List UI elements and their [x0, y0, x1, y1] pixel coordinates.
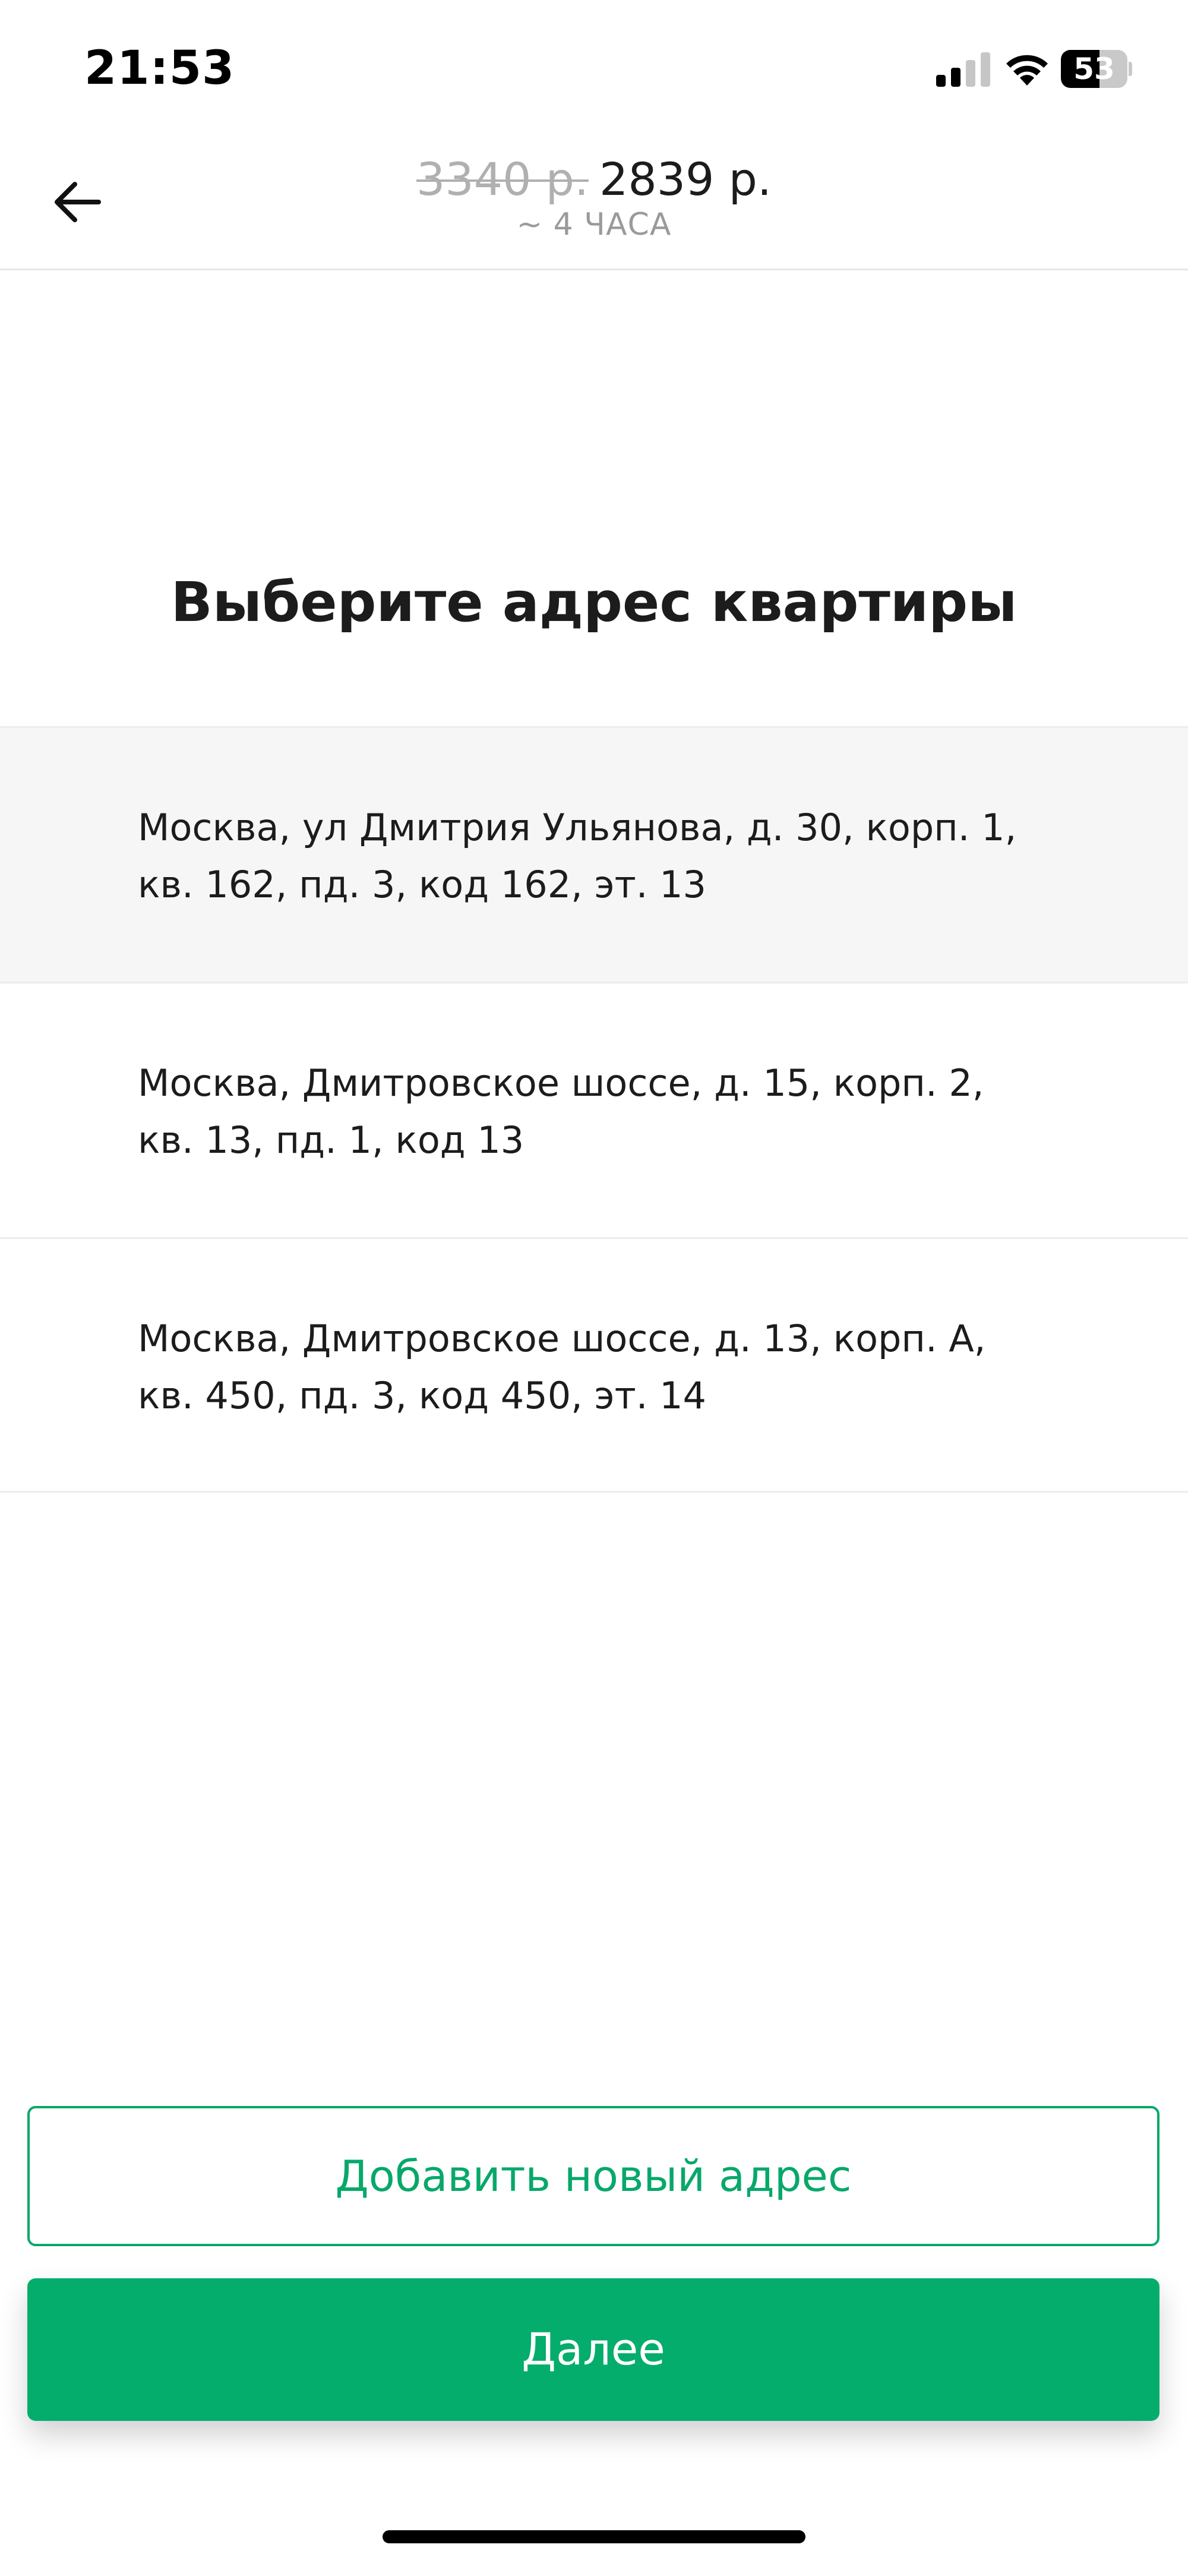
address-text: Москва, ул Дмитрия Ульянова, д. 30, корп… [138, 806, 1017, 906]
signal-icon [936, 52, 990, 87]
header: 3340 р. 2839 р. ~ 4 ЧАСА [0, 137, 1188, 270]
address-item[interactable]: Москва, Дмитровское шоссе, д. 15, корп. … [0, 982, 1188, 1237]
address-text: Москва, Дмитровское шоссе, д. 13, корп. … [138, 1317, 986, 1417]
address-item[interactable]: Москва, ул Дмитрия Ульянова, д. 30, корп… [0, 726, 1188, 982]
address-list: Москва, ул Дмитрия Ульянова, д. 30, корп… [0, 726, 1188, 1493]
page-title: Выберите адрес квартиры [170, 570, 1018, 634]
next-button[interactable]: Далее [27, 2278, 1159, 2421]
price-line: 3340 р. 2839 р. [0, 150, 1188, 209]
add-address-button[interactable]: Добавить новый адрес [27, 2106, 1159, 2246]
new-price: 2839 р. [599, 153, 772, 206]
duration-label: ~ 4 ЧАСА [516, 207, 672, 242]
battery-icon: 53 [1061, 50, 1132, 88]
status-bar: 21:53 53 [0, 0, 1188, 137]
battery-level: 53 [1073, 52, 1115, 86]
old-price: 3340 р. [416, 153, 589, 206]
wifi-icon [1006, 55, 1048, 86]
address-text: Москва, Дмитровское шоссе, д. 15, корп. … [138, 1061, 984, 1162]
address-item[interactable]: Москва, Дмитровское шоссе, д. 13, корп. … [0, 1237, 1188, 1493]
status-time: 21:53 [84, 42, 235, 95]
home-indicator [383, 2530, 805, 2543]
battery-tip [1129, 62, 1132, 76]
